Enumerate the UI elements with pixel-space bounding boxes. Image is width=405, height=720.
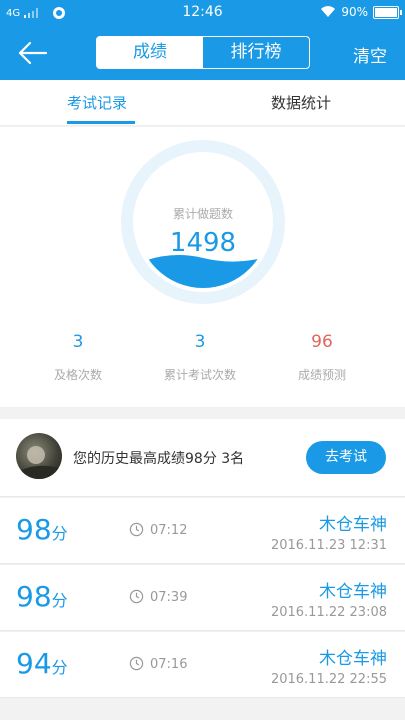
best-score-text: 您的历史最高成绩98分 3名 bbox=[73, 451, 245, 467]
score-value: 98 bbox=[16, 513, 52, 546]
battery-icon bbox=[373, 5, 402, 19]
app-bar: 成绩 排行榜 清空 bbox=[0, 26, 405, 80]
battery-percent: 90% bbox=[341, 5, 368, 19]
record-score: 98分 bbox=[16, 580, 68, 613]
active-tab-indicator bbox=[67, 121, 135, 124]
score-unit: 分 bbox=[51, 524, 68, 543]
stat-prediction: 96 成绩预测 bbox=[262, 332, 382, 383]
record-duration: 07:12 bbox=[150, 523, 188, 538]
clock-icon bbox=[129, 522, 144, 537]
score-unit: 分 bbox=[51, 591, 68, 610]
take-exam-button[interactable]: 去考试 bbox=[306, 441, 386, 474]
avatar bbox=[16, 433, 62, 479]
tab-data-stats[interactable]: 数据统计 bbox=[271, 92, 331, 113]
tab-exam-records[interactable]: 考试记录 bbox=[67, 92, 127, 113]
record-date: 2016.11.23 12:31 bbox=[270, 538, 387, 553]
record-name: 木仓车神 bbox=[319, 649, 387, 669]
record-row[interactable]: 94分 07:16 木仓车神 2016.11.22 22:55 bbox=[0, 632, 405, 698]
stat-label: 成绩预测 bbox=[297, 368, 346, 382]
score-value: 98 bbox=[16, 580, 52, 613]
status-bar: 4G 12:46 90% bbox=[0, 0, 405, 26]
clock-icon bbox=[129, 589, 144, 604]
battery-fill bbox=[375, 7, 397, 17]
record-duration: 07:16 bbox=[150, 657, 188, 672]
record-date: 2016.11.22 23:08 bbox=[270, 605, 387, 620]
stat-label: 累计考试次数 bbox=[163, 368, 236, 382]
stat-total-exams: 3 累计考试次数 bbox=[140, 332, 260, 383]
stat-passed: 3 及格次数 bbox=[18, 332, 138, 383]
segment-control: 成绩 排行榜 bbox=[96, 36, 310, 69]
record-row[interactable]: 98分 07:39 木仓车神 2016.11.22 23:08 bbox=[0, 565, 405, 631]
record-name: 木仓车神 bbox=[319, 515, 387, 535]
record-row[interactable]: 98分 07:12 木仓车神 2016.11.23 12:31 bbox=[0, 498, 405, 564]
stats-panel: 累计做题数 1498 3 及格次数 3 累计考试次数 96 成绩预测 bbox=[0, 127, 405, 407]
sub-tabs: 考试记录 数据统计 bbox=[0, 80, 405, 126]
stat-value: 96 bbox=[311, 332, 333, 352]
back-arrow-icon[interactable] bbox=[16, 38, 52, 68]
record-score: 98分 bbox=[16, 513, 68, 546]
tab-scores[interactable]: 成绩 bbox=[97, 37, 203, 68]
wifi-icon bbox=[321, 6, 336, 18]
total-questions-label: 累计做题数 bbox=[172, 207, 233, 221]
stat-value: 3 bbox=[72, 332, 84, 352]
tab-leaderboard[interactable]: 排行榜 bbox=[203, 37, 309, 68]
score-value: 94 bbox=[16, 647, 52, 680]
record-name: 木仓车神 bbox=[319, 582, 387, 602]
stat-value: 3 bbox=[194, 332, 206, 352]
clear-button[interactable]: 清空 bbox=[353, 42, 387, 67]
best-score-row: 您的历史最高成绩98分 3名 去考试 bbox=[0, 419, 405, 497]
wave-circle-graphic bbox=[121, 140, 285, 304]
score-unit: 分 bbox=[51, 658, 68, 677]
stat-label: 及格次数 bbox=[53, 368, 102, 382]
record-date: 2016.11.22 22:55 bbox=[270, 672, 387, 687]
clock-icon bbox=[129, 656, 144, 671]
record-duration: 07:39 bbox=[150, 590, 188, 605]
total-questions-count: 1498 bbox=[169, 228, 237, 258]
progress-circle: 累计做题数 1498 bbox=[121, 140, 285, 304]
status-right: 90% bbox=[320, 5, 402, 19]
record-score: 94分 bbox=[16, 647, 68, 680]
